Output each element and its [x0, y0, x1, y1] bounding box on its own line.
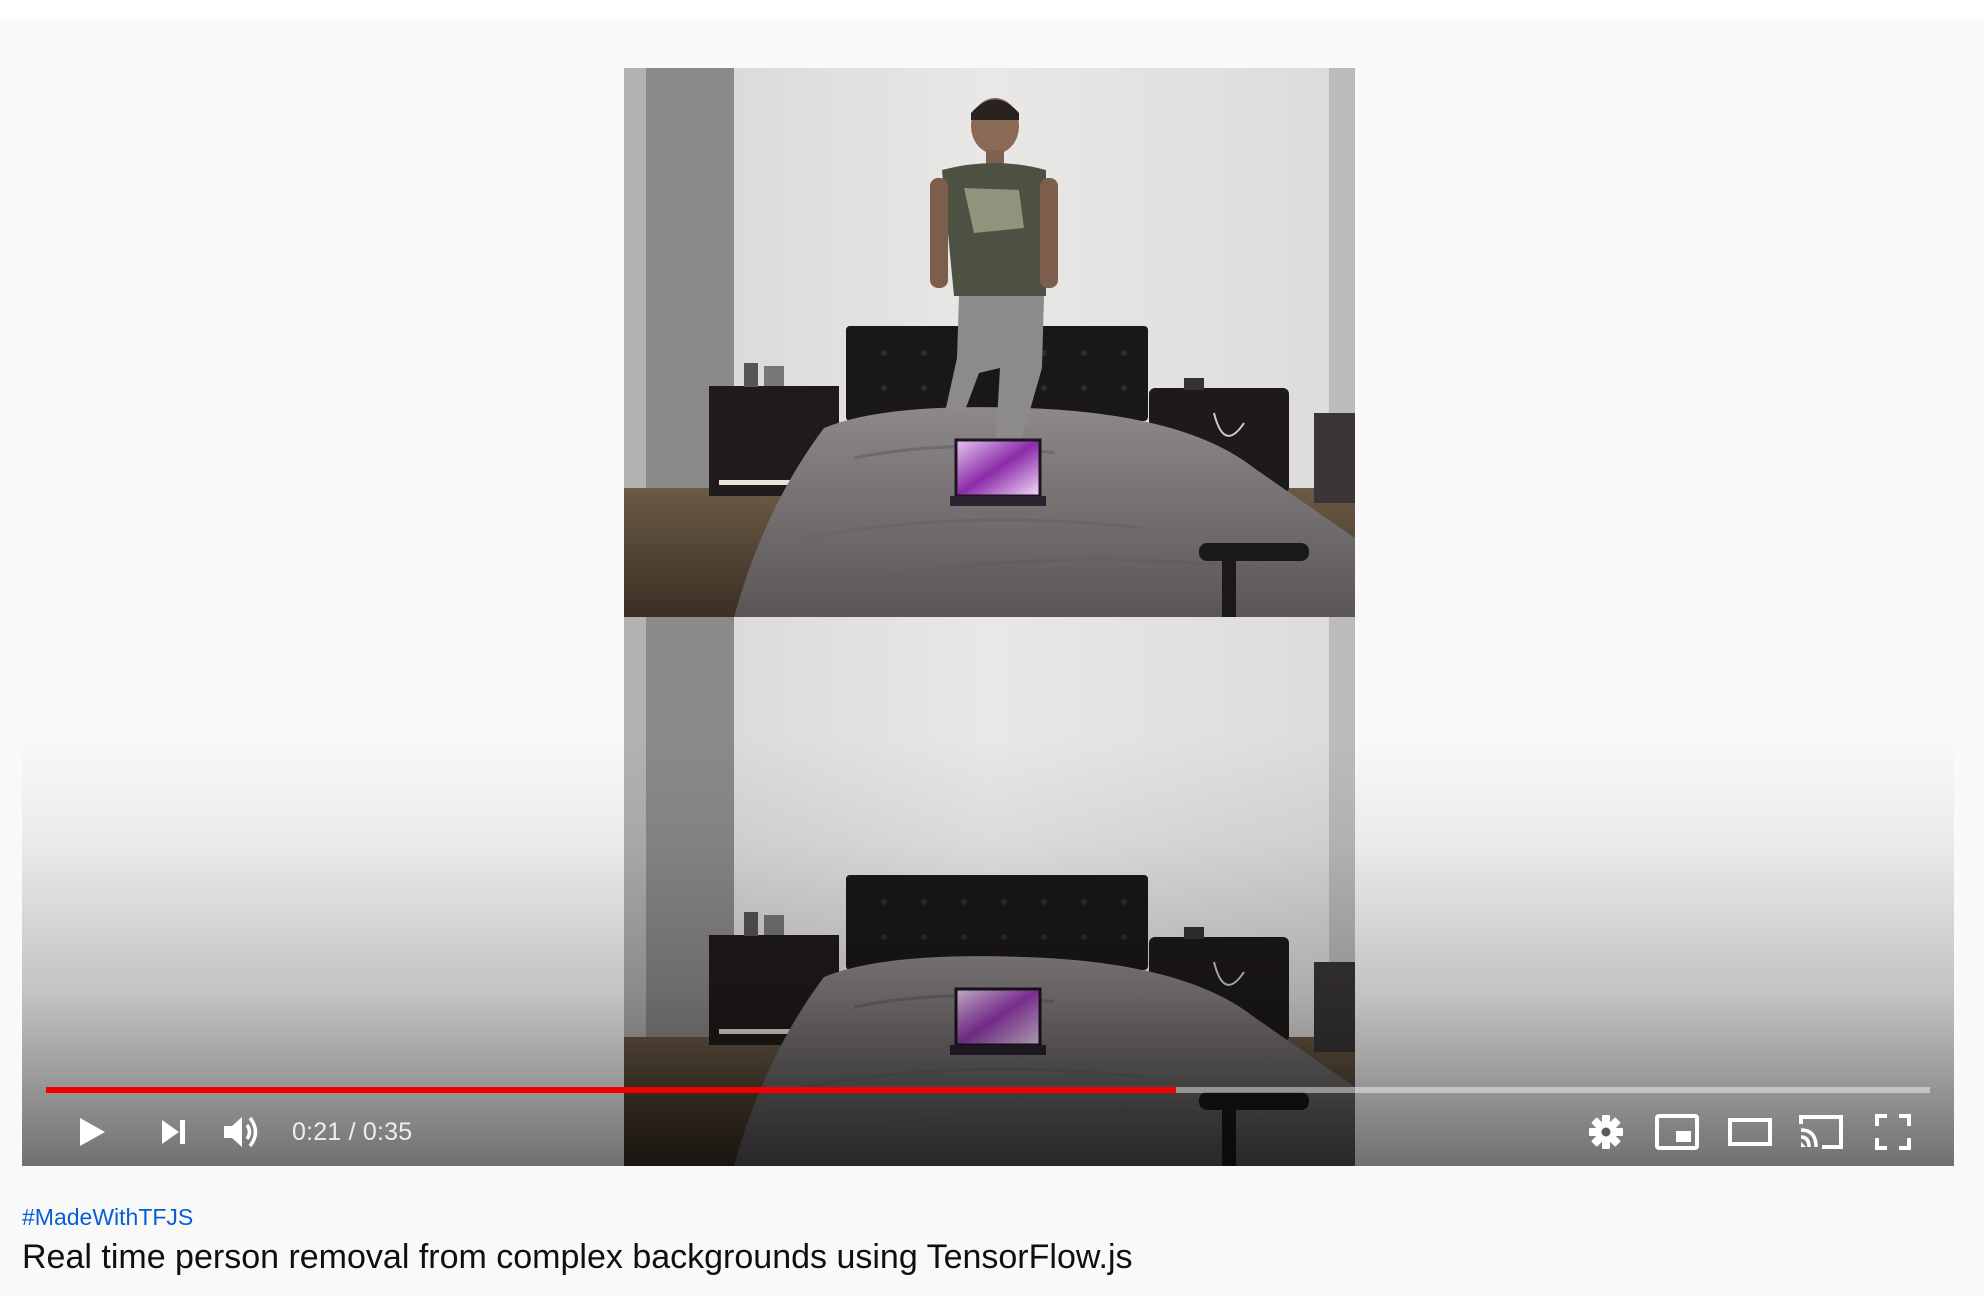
volume-icon — [224, 1116, 258, 1148]
page-top-strip — [0, 0, 1984, 19]
fullscreen-icon — [1875, 1114, 1911, 1150]
progress-bar[interactable] — [46, 1087, 1930, 1093]
video-player[interactable]: 0:21 / 0:35 — [22, 19, 1954, 1166]
video-frame[interactable] — [624, 68, 1355, 1166]
play-icon — [80, 1118, 105, 1146]
cast-button[interactable] — [1796, 1107, 1846, 1157]
video-hashtag-link[interactable]: #MadeWithTFJS — [22, 1204, 193, 1231]
next-button[interactable] — [148, 1107, 198, 1157]
theater-mode-button[interactable] — [1725, 1107, 1775, 1157]
volume-button[interactable] — [216, 1107, 266, 1157]
play-button[interactable] — [66, 1107, 116, 1157]
video-top-half — [624, 68, 1355, 617]
theater-mode-icon — [1728, 1118, 1772, 1146]
miniplayer-button[interactable] — [1652, 1107, 1702, 1157]
player-controls: 0:21 / 0:35 — [22, 1099, 1954, 1166]
settings-button[interactable] — [1581, 1107, 1631, 1157]
next-icon — [162, 1120, 185, 1144]
video-title: Real time person removal from complex ba… — [22, 1238, 1133, 1276]
miniplayer-icon — [1655, 1114, 1699, 1150]
gear-icon — [1589, 1115, 1623, 1149]
time-display: 0:21 / 0:35 — [292, 1118, 413, 1146]
progress-played — [46, 1087, 1177, 1093]
video-bottom-half — [624, 617, 1355, 1166]
cast-icon — [1799, 1115, 1843, 1149]
fullscreen-button[interactable] — [1868, 1107, 1918, 1157]
